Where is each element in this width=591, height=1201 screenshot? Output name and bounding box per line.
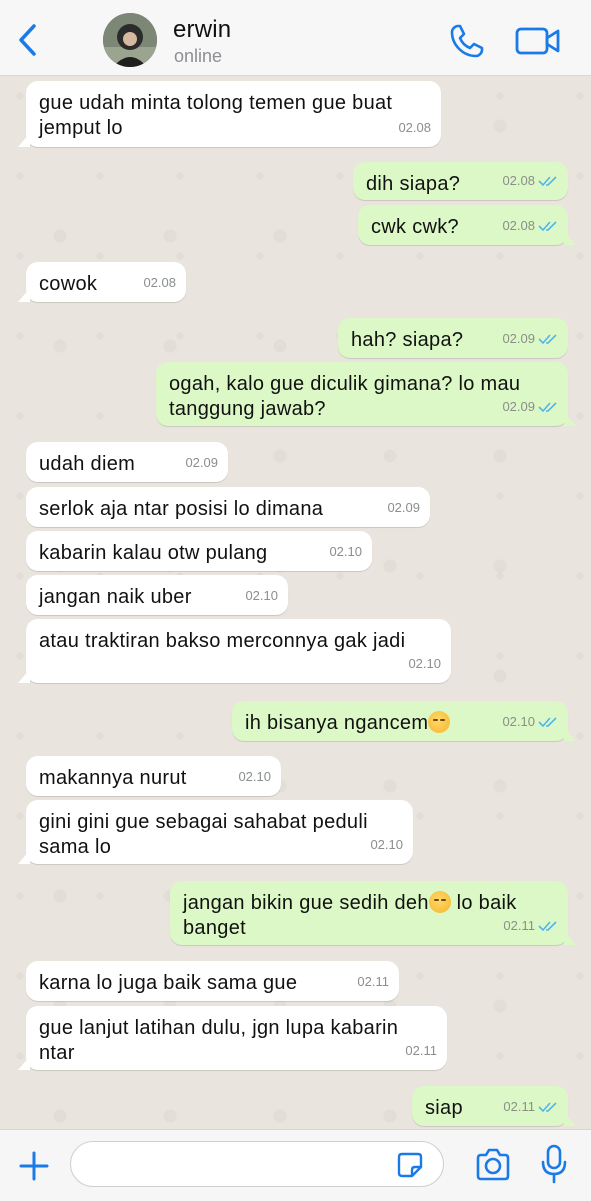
message-time: 02.09: [185, 455, 218, 470]
message-text: gini gini gue sebagai sahabat peduli sam…: [39, 811, 368, 858]
avatar-image: [103, 13, 157, 67]
read-ticks-icon: [538, 1101, 557, 1112]
message-time: 02.10: [245, 588, 278, 603]
message-text: jangan naik uber: [39, 586, 192, 608]
contact-status: online: [174, 46, 223, 66]
message-incoming[interactable]: karna lo juga baik sama gue 02.11: [26, 961, 399, 1001]
read-ticks-icon: [538, 920, 557, 931]
chat-header: erwin online: [0, 0, 591, 76]
read-ticks-icon: [538, 175, 557, 186]
message-incoming[interactable]: udah diem 02.09: [26, 442, 228, 482]
pensive-face-icon: [428, 891, 451, 913]
message-outgoing[interactable]: siap 02.11: [412, 1086, 576, 1126]
message-text: serlok aja ntar posisi lo dimana: [39, 498, 324, 520]
message-incoming[interactable]: cowok 02.08: [18, 262, 186, 302]
message-text: makannya nurut: [39, 767, 187, 789]
message-time: 02.11: [503, 913, 558, 938]
microphone-icon[interactable]: [540, 1144, 568, 1184]
chevron-left-icon: [19, 24, 36, 56]
message-time: 02.11: [357, 974, 389, 989]
message-outgoing[interactable]: ih bisanya ngancem 02.10: [232, 701, 576, 741]
message-incoming[interactable]: makannya nurut 02.10: [26, 756, 281, 796]
message-time: 02.10: [502, 709, 558, 734]
message-input[interactable]: [70, 1141, 444, 1187]
plus-icon[interactable]: [18, 1150, 50, 1182]
message-incoming[interactable]: serlok aja ntar posisi lo dimana 02.09: [26, 487, 430, 527]
message-time: 02.08: [143, 275, 176, 290]
phone-icon[interactable]: [448, 22, 486, 60]
message-text: udah diem: [39, 453, 136, 475]
message-text: kabarin kalau otw pulang: [39, 542, 268, 564]
message-text: gue udah minta tolong temen gue buat jem…: [39, 92, 393, 139]
message-incoming[interactable]: atau traktiran bakso merconnya gak jadi …: [18, 619, 451, 683]
contact-name[interactable]: erwin: [173, 16, 231, 44]
message-text: hah? siapa?: [351, 329, 464, 351]
message-outgoing[interactable]: jangan bikin gue sedih deh lo baik bange…: [170, 881, 576, 945]
message-time: 02.11: [405, 1043, 437, 1058]
read-ticks-icon: [538, 716, 557, 727]
message-text: siap: [425, 1097, 463, 1119]
avatar[interactable]: [103, 13, 157, 67]
message-text: cowok: [39, 273, 98, 295]
message-text: jangan bikin gue sedih deh lo baik bange…: [183, 891, 517, 939]
message-text: gue lanjut latihan dulu, jgn lupa kabari…: [39, 1017, 399, 1064]
message-time: 02.09: [502, 394, 558, 419]
message-text: ih bisanya ngancem: [245, 711, 451, 736]
read-ticks-icon: [538, 401, 557, 412]
message-incoming[interactable]: kabarin kalau otw pulang 02.10: [26, 531, 372, 571]
message-text: ogah, kalo gue diculik gimana? lo mau ta…: [169, 373, 521, 420]
message-incoming[interactable]: jangan naik uber 02.10: [26, 575, 288, 615]
sticker-icon[interactable]: [396, 1151, 424, 1179]
grimacing-face-icon: [428, 711, 451, 733]
message-time: 02.10: [238, 769, 271, 784]
message-text: dih siapa?: [366, 173, 461, 195]
back-button[interactable]: [10, 18, 44, 62]
message-outgoing[interactable]: ogah, kalo gue diculik gimana? lo mau ta…: [156, 362, 576, 426]
message-incoming[interactable]: gue udah minta tolong temen gue buat jem…: [18, 81, 441, 147]
message-time: 02.10: [370, 837, 403, 852]
message-outgoing[interactable]: cwk cwk? 02.08: [358, 205, 576, 245]
read-ticks-icon: [538, 333, 557, 344]
message-time: 02.09: [387, 500, 420, 515]
message-text: atau traktiran bakso merconnya gak jadi: [39, 630, 406, 652]
message-incoming[interactable]: gue lanjut latihan dulu, jgn lupa kabari…: [18, 1006, 447, 1070]
camera-icon[interactable]: [474, 1147, 512, 1183]
message-time: 02.10: [329, 544, 362, 559]
message-input-bar: [0, 1129, 591, 1201]
read-ticks-icon: [538, 220, 557, 231]
message-outgoing[interactable]: hah? siapa? 02.09: [338, 318, 568, 358]
message-time: 02.09: [502, 326, 558, 351]
message-time: 02.10: [408, 656, 441, 671]
message-time: 02.08: [502, 213, 558, 238]
message-time: 02.08: [398, 120, 431, 135]
message-text: cwk cwk?: [371, 216, 459, 238]
message-outgoing[interactable]: dih siapa? 02.08: [353, 162, 568, 200]
message-text: karna lo juga baik sama gue: [39, 972, 298, 994]
video-call-icon[interactable]: [515, 24, 561, 58]
message-time: 02.08: [502, 168, 558, 193]
message-incoming[interactable]: gini gini gue sebagai sahabat peduli sam…: [18, 800, 413, 864]
message-time: 02.11: [503, 1094, 558, 1119]
chat-area[interactable]: gue udah minta tolong temen gue buat jem…: [0, 76, 591, 1129]
